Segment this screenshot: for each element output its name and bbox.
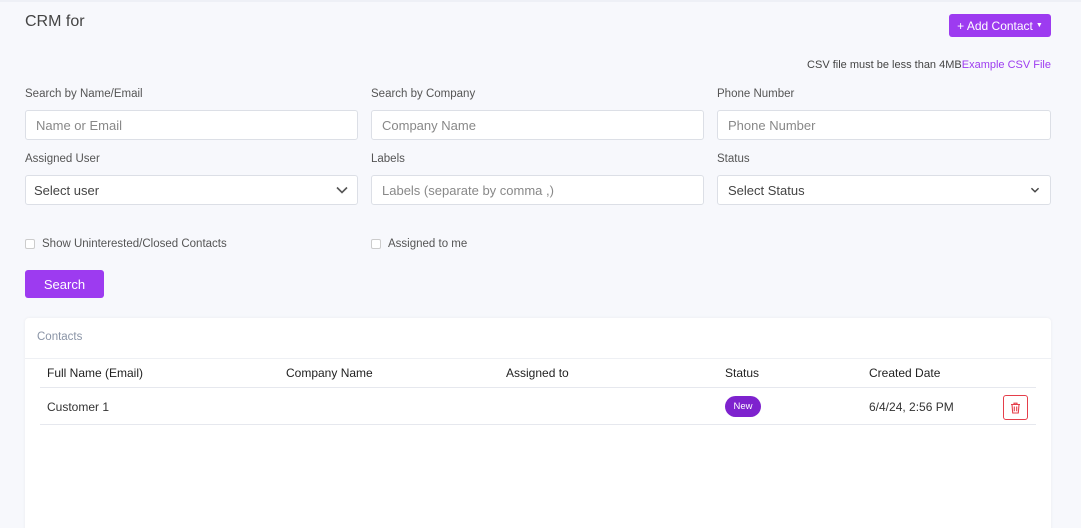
phone-input[interactable] [717,110,1051,140]
status-badge: New [725,396,761,417]
row-divider [40,424,1036,425]
assigned-user-value: Select user [34,182,100,198]
assigned-user-select[interactable]: Select user [25,175,358,205]
labels-label: Labels [371,153,405,165]
header-divider [40,387,1036,388]
card-divider [25,358,1051,359]
top-divider [0,0,1081,2]
cell-created-date: 6/4/24, 2:56 PM [869,400,954,414]
show-uninterested-checkbox[interactable]: Show Uninterested/Closed Contacts [25,238,227,250]
status-select[interactable]: Select Status [717,175,1051,205]
checkbox-box[interactable] [25,239,35,249]
csv-note-text: CSV file must be less than 4MB [807,59,962,71]
column-header-created-date[interactable]: Created Date [869,366,940,380]
crm-page: CRM for + Add Contact ▼ CSV file must be… [0,0,1081,528]
example-csv-link[interactable]: Example CSV File [962,59,1051,71]
status-value: Select Status [728,182,805,198]
add-contact-button[interactable]: + Add Contact ▼ [949,14,1051,37]
contacts-title: Contacts [37,331,83,343]
name-email-input[interactable] [25,110,358,140]
show-uninterested-label: Show Uninterested/Closed Contacts [42,238,227,250]
search-button[interactable]: Search [25,270,104,298]
chevron-down-icon [1030,187,1040,193]
company-input[interactable] [371,110,704,140]
phone-label: Phone Number [717,88,795,100]
csv-note: CSV file must be less than 4MBExample CS… [807,59,1051,71]
cell-full-name[interactable]: Customer 1 [47,400,109,414]
chevron-down-icon [336,186,348,194]
page-title: CRM for [25,13,85,30]
column-header-assigned-to[interactable]: Assigned to [506,366,569,380]
delete-contact-button[interactable] [1003,395,1028,420]
assigned-to-me-label: Assigned to me [388,238,468,250]
trash-icon [1011,402,1020,414]
name-email-label: Search by Name/Email [25,88,143,100]
company-label: Search by Company [371,88,476,100]
contacts-card: Contacts Full Name (Email) Company Name … [25,318,1051,528]
add-contact-label: + Add Contact [957,18,1033,33]
column-header-status[interactable]: Status [725,366,759,380]
column-header-full-name[interactable]: Full Name (Email) [47,366,143,380]
checkbox-box[interactable] [371,239,381,249]
caret-down-icon: ▼ [1035,22,1043,29]
assigned-user-label: Assigned User [25,153,100,165]
labels-input[interactable] [371,175,704,205]
column-header-company[interactable]: Company Name [286,366,373,380]
status-label: Status [717,153,750,165]
assigned-to-me-checkbox[interactable]: Assigned to me [371,238,467,250]
